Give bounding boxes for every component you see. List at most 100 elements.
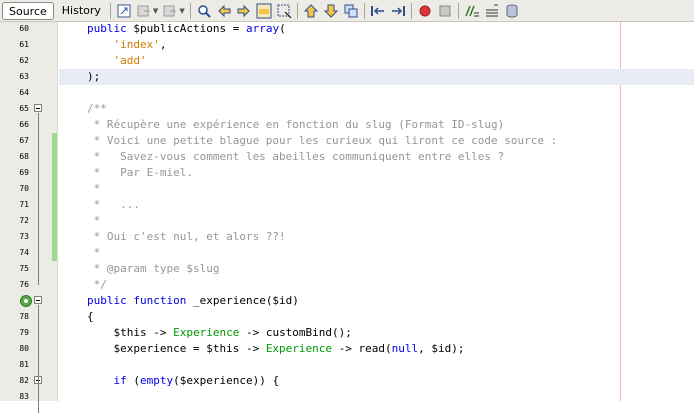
tab-source[interactable]: Source <box>2 2 54 20</box>
uncomment-icon[interactable] <box>483 2 501 20</box>
code-text: * Par E-miel. <box>87 166 193 179</box>
code-line[interactable]: 71 * ... <box>0 197 694 213</box>
line-number: 79 <box>19 328 29 337</box>
code-text: ); <box>87 70 101 83</box>
overrides-method-icon[interactable] <box>20 295 32 307</box>
previous-bookmark-icon[interactable] <box>302 2 320 20</box>
find-selection-icon[interactable] <box>195 2 213 20</box>
fold-collapse-icon[interactable] <box>34 104 42 112</box>
code-line[interactable]: 83 <box>0 389 694 405</box>
code-text: * <box>87 182 101 195</box>
code-text: if (empty($experience)) { <box>113 374 280 387</box>
code-line[interactable]: 60 public $publicActions = array( <box>0 21 694 37</box>
code-line-area: * Par E-miel. <box>59 165 694 181</box>
code-line[interactable]: 79 $this -> Experience -> customBind(); <box>0 325 694 341</box>
code-line-area: * Oui c'est nul, et alors ??! <box>59 229 694 245</box>
line-number: 68 <box>19 152 29 161</box>
find-previous-icon[interactable] <box>215 2 233 20</box>
line-number: 64 <box>19 88 29 97</box>
code-text: public $publicActions = array( <box>87 22 286 35</box>
code-line[interactable]: 64 <box>0 85 694 101</box>
code-line-area: * Voici une petite blague pour les curie… <box>59 133 694 149</box>
method-fold-guide <box>38 305 39 413</box>
code-text: $this -> Experience -> customBind(); <box>87 326 352 339</box>
line-number: 83 <box>19 392 29 401</box>
code-line[interactable]: 75 * @param type $slug <box>0 261 694 277</box>
toolbar-separator <box>296 2 298 19</box>
code-line-area: */ <box>59 277 694 293</box>
code-line[interactable]: 82 if (empty($experience)) { <box>0 373 694 389</box>
back-icon[interactable] <box>135 2 153 20</box>
code-line[interactable]: 70 * <box>0 181 694 197</box>
code-line[interactable]: 74 * <box>0 245 694 261</box>
comment-icon[interactable] <box>463 2 481 20</box>
line-number: 71 <box>19 200 29 209</box>
code-line-area: * Récupère une expérience en fonction du… <box>59 117 694 133</box>
code-line-area: * <box>59 213 694 229</box>
code-text: * @param type $slug <box>87 262 220 275</box>
toggle-bookmark-icon[interactable] <box>342 2 360 20</box>
stop-macro-icon[interactable] <box>436 2 454 20</box>
last-edit-icon[interactable] <box>115 2 133 20</box>
line-number: 67 <box>19 136 29 145</box>
fold-collapse-icon[interactable] <box>34 296 42 304</box>
code-line[interactable]: 63); <box>0 69 694 85</box>
code-line[interactable]: 73 * Oui c'est nul, et alors ??! <box>0 229 694 245</box>
code-line-area: { <box>59 309 694 325</box>
code-line-area: 'add' <box>59 53 694 69</box>
start-macro-icon[interactable] <box>416 2 434 20</box>
code-line[interactable]: 76 */ <box>0 277 694 293</box>
code-line[interactable]: 67 * Voici une petite blague pour les cu… <box>0 133 694 149</box>
code-line-area: * <box>59 181 694 197</box>
line-number: 65 <box>19 104 29 113</box>
code-line[interactable]: 68 * Savez-vous comment les abeilles com… <box>0 149 694 165</box>
code-line-area: * ... <box>59 197 694 213</box>
code-line-area: $this -> Experience -> customBind(); <box>59 325 694 341</box>
code-line[interactable]: 78 { <box>0 309 694 325</box>
toolbar-separator <box>109 2 111 19</box>
code-line-area: 'index', <box>59 37 694 53</box>
forward-dropdown-icon[interactable]: ▼ <box>179 7 184 15</box>
line-number: 61 <box>19 40 29 49</box>
code-line[interactable]: 66 * Récupère une expérience en fonction… <box>0 117 694 133</box>
toggle-rectangular-selection-icon[interactable] <box>275 2 293 20</box>
doc-comment-fold-guide <box>38 113 39 285</box>
tab-history[interactable]: History <box>56 2 107 20</box>
toggle-highlight-icon[interactable] <box>255 2 273 20</box>
code-line[interactable]: 65 /** <box>0 101 694 117</box>
database-icon[interactable] <box>503 2 521 20</box>
code-text: { <box>87 310 94 323</box>
code-line[interactable]: 81 <box>0 357 694 373</box>
code-line[interactable]: 69 * Par E-miel. <box>0 165 694 181</box>
shift-right-icon[interactable] <box>389 2 407 20</box>
line-number: 82 <box>19 376 29 385</box>
changed-lines-marker[interactable] <box>52 133 57 261</box>
line-number: 73 <box>19 232 29 241</box>
shift-left-icon[interactable] <box>369 2 387 20</box>
toolbar-separator <box>410 2 412 19</box>
code-line[interactable]: 62 'add' <box>0 53 694 69</box>
code-line-area: * @param type $slug <box>59 261 694 277</box>
next-bookmark-icon[interactable] <box>322 2 340 20</box>
code-line[interactable]: 61 'index', <box>0 37 694 53</box>
toolbar-separator <box>457 2 459 19</box>
find-next-icon[interactable] <box>235 2 253 20</box>
code-line[interactable]: 72 * <box>0 213 694 229</box>
code-text: * <box>87 214 101 227</box>
line-number: 60 <box>19 24 29 33</box>
code-text: */ <box>87 278 107 291</box>
line-number: 75 <box>19 264 29 273</box>
code-line[interactable]: public function _experience($id) <box>0 293 694 309</box>
code-text: * Savez-vous comment les abeilles commun… <box>87 150 505 163</box>
code-line-area: if (empty($experience)) { <box>59 373 694 389</box>
code-line-area: ); <box>59 69 694 85</box>
line-number: 62 <box>19 56 29 65</box>
code-line-area <box>59 389 694 405</box>
line-number: 74 <box>19 248 29 257</box>
code-line[interactable]: 80 $experience = $this -> Experience -> … <box>0 341 694 357</box>
forward-icon[interactable] <box>161 2 179 20</box>
code-text: * Oui c'est nul, et alors ??! <box>87 230 286 243</box>
line-number: 69 <box>19 168 29 177</box>
back-dropdown-icon[interactable]: ▼ <box>153 7 158 15</box>
toolbar-separator <box>189 2 191 19</box>
